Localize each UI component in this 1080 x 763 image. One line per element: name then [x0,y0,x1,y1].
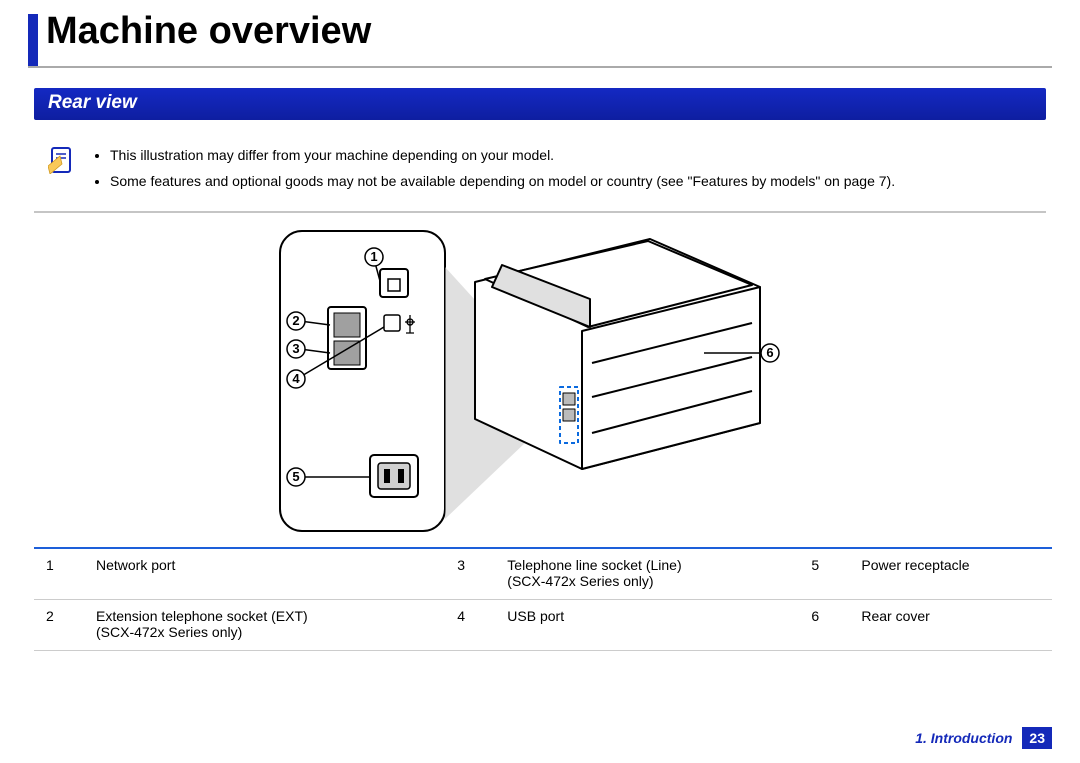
legend-label: Extension telephone socket (EXT) [96,608,308,624]
legend-sublabel: (SCX-472x Series only) [507,573,787,589]
note-box: This illustration may differ from your m… [34,138,1046,213]
note-icon [48,146,74,180]
footer-page-number: 23 [1022,727,1052,749]
legend-num: 5 [799,548,849,600]
legend-table: 1 Network port 3 Telephone line socket (… [34,547,1052,651]
table-row: 1 Network port 3 Telephone line socket (… [34,548,1052,600]
legend-num: 3 [445,548,495,600]
legend-label: Rear cover [861,608,929,624]
legend-num: 4 [445,599,495,650]
legend-num: 1 [34,548,84,600]
legend-desc: Extension telephone socket (EXT) (SCX-47… [84,599,445,650]
callout-label: 6 [766,345,773,360]
page-title: Machine overview [46,10,371,50]
legend-label: Telephone line socket (Line) [507,557,681,573]
page-header: Machine overview [28,10,1052,68]
callout-label: 3 [292,341,299,356]
legend-desc: USB port [495,599,799,650]
note-item: This illustration may differ from your m… [110,144,895,166]
page-footer: 1. Introduction 23 [915,727,1052,749]
rear-view-illustration: 1 2 3 4 5 [260,227,820,537]
footer-chapter: 1. Introduction [915,730,1012,746]
callout-label: 4 [292,371,300,386]
legend-num: 6 [799,599,849,650]
legend-label: USB port [507,608,564,624]
callout-label: 1 [370,249,377,264]
legend-desc: Telephone line socket (Line) (SCX-472x S… [495,548,799,600]
title-accent-bar [28,14,38,66]
legend-label: Power receptacle [861,557,969,573]
legend-desc: Rear cover [849,599,1052,650]
callout-label: 2 [292,313,299,328]
legend-sublabel: (SCX-472x Series only) [96,624,433,640]
note-item: Some features and optional goods may not… [110,170,895,192]
table-row: 2 Extension telephone socket (EXT) (SCX-… [34,599,1052,650]
legend-num: 2 [34,599,84,650]
legend-desc: Power receptacle [849,548,1052,600]
section-heading: Rear view [34,88,1046,120]
legend-label: Network port [96,557,175,573]
callout-label: 5 [292,469,299,484]
legend-desc: Network port [84,548,445,600]
note-list: This illustration may differ from your m… [92,144,895,197]
